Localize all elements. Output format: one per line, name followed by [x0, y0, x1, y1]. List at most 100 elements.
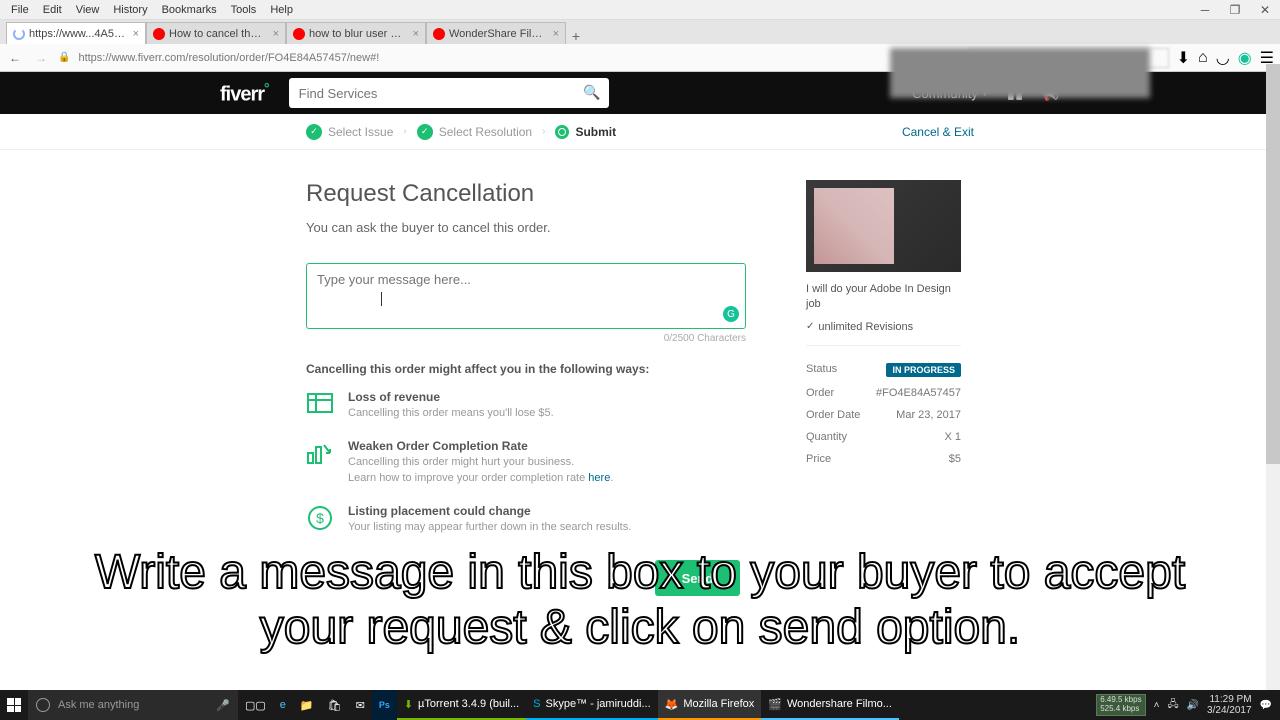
- start-button[interactable]: [0, 690, 28, 720]
- chart-down-icon: [306, 439, 334, 467]
- chevron-right-icon: ›: [403, 126, 406, 137]
- send-button[interactable]: Send: [655, 560, 740, 596]
- tab-title: WonderShare Filmora: Ho...: [449, 28, 546, 40]
- volume-icon[interactable]: 🔊: [1187, 700, 1199, 711]
- close-tab-icon[interactable]: ×: [550, 28, 559, 40]
- step-label: Select Issue: [328, 125, 393, 139]
- revisions-label: unlimited Revisions: [806, 321, 961, 333]
- status-badge: IN PROGRESS: [886, 363, 961, 377]
- grammarly-badge-icon[interactable]: G: [723, 306, 739, 322]
- explorer-icon[interactable]: 📁: [293, 690, 321, 720]
- back-button[interactable]: ←: [6, 49, 24, 67]
- browser-tab[interactable]: How to cancel the order ... ×: [146, 22, 286, 44]
- meta-date: Order DateMar 23, 2017: [806, 404, 961, 426]
- warning-desc: Cancelling this order means you'll lose …: [348, 406, 554, 421]
- menu-file[interactable]: File: [4, 2, 36, 18]
- menu-bookmarks[interactable]: Bookmarks: [155, 2, 224, 18]
- youtube-icon: [293, 28, 305, 40]
- meta-order: Order#FO4E84A57457: [806, 382, 961, 404]
- clock[interactable]: 11:29 PM3/24/2017: [1207, 694, 1252, 716]
- close-button[interactable]: ✕: [1250, 0, 1280, 20]
- browser-menubar: File Edit View History Bookmarks Tools H…: [0, 0, 1280, 20]
- current-step-icon: [555, 125, 569, 139]
- learn-more-link[interactable]: here: [588, 472, 610, 484]
- progress-stepper: ✓Select Issue › ✓Select Resolution › Sub…: [0, 114, 1280, 150]
- tab-title: how to blur user name in ...: [309, 28, 406, 40]
- gig-title: I will do your Adobe In Design job: [806, 282, 961, 313]
- message-textarea[interactable]: [317, 272, 735, 312]
- menu-tools[interactable]: Tools: [224, 2, 264, 18]
- check-icon: ✓: [306, 124, 322, 140]
- warning-title: Weaken Order Completion Rate: [348, 439, 613, 453]
- char-counter: 0/2500 Characters: [306, 333, 746, 344]
- maximize-button[interactable]: ❐: [1220, 0, 1250, 20]
- mail-icon[interactable]: ✉: [349, 690, 372, 720]
- menu-view[interactable]: View: [69, 2, 107, 18]
- meta-status: StatusIN PROGRESS: [806, 358, 961, 382]
- meta-qty: QuantityX 1: [806, 426, 961, 448]
- tray-chevron-icon[interactable]: ˄: [1154, 700, 1160, 711]
- mic-icon[interactable]: 🎤: [216, 699, 230, 712]
- grammarly-ext-icon[interactable]: ◉: [1238, 48, 1252, 68]
- browser-tabbar: https://www...4A57457/new × How to cance…: [0, 20, 1280, 44]
- new-tab-button[interactable]: +: [566, 28, 586, 44]
- gig-thumbnail[interactable]: [806, 180, 961, 272]
- photoshop-icon[interactable]: Ps: [372, 690, 397, 720]
- menu-edit[interactable]: Edit: [36, 2, 69, 18]
- edge-icon[interactable]: e: [273, 690, 293, 720]
- cancel-exit-link[interactable]: Cancel & Exit: [902, 125, 974, 139]
- search-input[interactable]: [289, 78, 609, 108]
- cortana-placeholder: Ask me anything: [58, 699, 139, 711]
- page-title: Request Cancellation: [306, 180, 746, 208]
- taskbar-app[interactable]: SSkype™ - jamiruddi...: [526, 690, 658, 720]
- action-center-icon[interactable]: 💬: [1260, 700, 1272, 711]
- warning-heading: Cancelling this order might affect you i…: [306, 362, 746, 376]
- close-tab-icon[interactable]: ×: [410, 28, 419, 40]
- store-icon[interactable]: 🛍: [321, 690, 349, 720]
- step-select-resolution[interactable]: ✓ Select Resolution: [417, 124, 532, 140]
- taskbar-app[interactable]: 🎬Wondershare Filmo...: [761, 690, 899, 720]
- windows-icon: [7, 698, 21, 712]
- step-label: Select Resolution: [439, 125, 532, 139]
- close-tab-icon[interactable]: ×: [130, 28, 139, 40]
- scrollbar-thumb[interactable]: [1266, 64, 1280, 464]
- search-icon[interactable]: 🔍: [583, 84, 600, 101]
- browser-tab[interactable]: how to blur user name in ... ×: [286, 22, 426, 44]
- menu-history[interactable]: History: [106, 2, 154, 18]
- step-select-issue[interactable]: ✓ Select Issue: [306, 124, 393, 140]
- step-submit: Submit: [555, 125, 616, 139]
- step-label: Submit: [575, 125, 616, 139]
- url-text[interactable]: https://www.fiverr.com/resolution/order/…: [78, 52, 919, 64]
- text-cursor: [381, 292, 382, 306]
- svg-text:$: $: [316, 510, 324, 526]
- warning-title: Loss of revenue: [348, 390, 554, 404]
- task-view-button[interactable]: ▢▢: [238, 690, 273, 720]
- menu-help[interactable]: Help: [263, 2, 300, 18]
- browser-tab[interactable]: WonderShare Filmora: Ho... ×: [426, 22, 566, 44]
- message-box[interactable]: G: [306, 263, 746, 329]
- browser-tab[interactable]: https://www...4A57457/new ×: [6, 22, 146, 44]
- fiverr-logo[interactable]: fiverr: [220, 80, 269, 107]
- pocket-icon[interactable]: ◡: [1216, 48, 1230, 68]
- warning-revenue: Loss of revenue Cancelling this order mea…: [306, 390, 746, 421]
- order-sidebar: I will do your Adobe In Design job unlim…: [806, 180, 961, 554]
- minimize-button[interactable]: ─: [1190, 0, 1220, 20]
- network-monitor[interactable]: 6.49.5 kbps525.4 kbps: [1096, 694, 1145, 716]
- home-icon[interactable]: ⌂: [1198, 49, 1208, 67]
- scrollbar[interactable]: [1266, 64, 1280, 690]
- divider: [806, 345, 961, 346]
- forward-button[interactable]: →: [32, 49, 50, 67]
- close-tab-icon[interactable]: ×: [270, 28, 279, 40]
- meta-price: Price$5: [806, 448, 961, 470]
- dollar-icon: $: [306, 504, 334, 532]
- youtube-icon: [433, 28, 445, 40]
- cortana-icon: [36, 698, 50, 712]
- cortana-search[interactable]: Ask me anything 🎤: [28, 690, 238, 720]
- download-icon[interactable]: ⬇: [1177, 48, 1190, 68]
- warning-desc: Cancelling this order might hurt your bu…: [348, 455, 613, 486]
- network-icon[interactable]: 🖧: [1167, 697, 1178, 714]
- taskbar-app[interactable]: ⬇µTorrent 3.4.9 (buil...: [397, 690, 526, 720]
- taskbar-app[interactable]: 🦊Mozilla Firefox: [658, 690, 762, 720]
- check-icon: ✓: [417, 124, 433, 140]
- revenue-icon: [306, 390, 334, 418]
